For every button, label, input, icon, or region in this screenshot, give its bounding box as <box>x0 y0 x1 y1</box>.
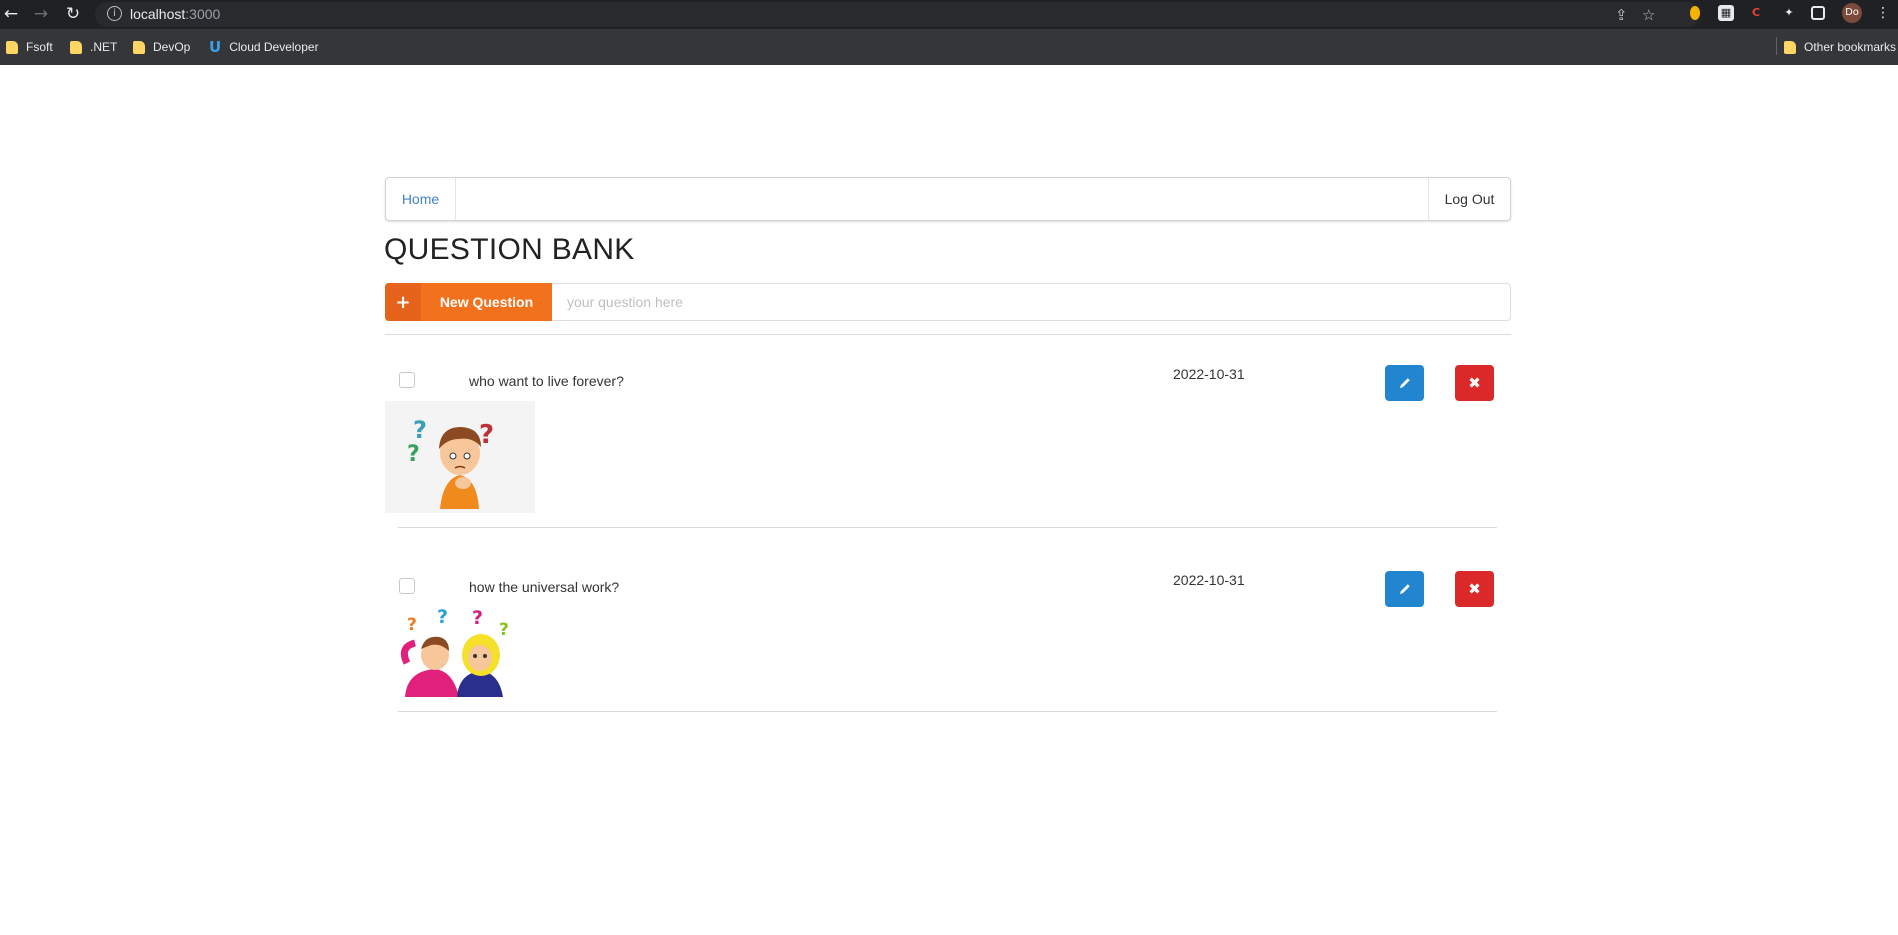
question-checkbox[interactable] <box>399 578 415 594</box>
bookmark-devop[interactable]: DevOp <box>133 38 190 56</box>
new-question-button[interactable]: + New Question <box>385 283 552 321</box>
udacity-icon: U <box>209 38 222 56</box>
address-bar[interactable]: i localhost:3000 ⇪ ☆ <box>95 2 1700 27</box>
side-panel-icon[interactable] <box>1811 6 1825 20</box>
edit-button[interactable] <box>1385 571 1424 607</box>
url-text: localhost:3000 <box>130 6 221 22</box>
svg-text:?: ? <box>472 607 483 629</box>
extension-c-icon[interactable]: C <box>1748 5 1764 21</box>
page-title: QUESTION BANK <box>384 233 635 266</box>
question-input[interactable] <box>552 283 1511 321</box>
extension-egg-icon[interactable] <box>1690 6 1700 20</box>
question-checkbox[interactable] <box>399 372 415 388</box>
close-icon: ✖ <box>1468 374 1481 392</box>
folder-icon <box>133 40 145 54</box>
profile-avatar[interactable]: Do <box>1842 3 1862 23</box>
question-date: 2022-10-31 <box>1173 572 1245 588</box>
item-separator <box>398 711 1497 712</box>
delete-button[interactable]: ✖ <box>1455 365 1494 401</box>
svg-text:?: ? <box>479 420 494 450</box>
bookmarks-separator <box>1776 37 1777 55</box>
pencil-icon <box>1399 584 1410 594</box>
thinking-boy-illustration: ? ? ? <box>385 401 535 513</box>
folder-icon <box>6 40 18 54</box>
delete-button[interactable]: ✖ <box>1455 571 1494 607</box>
folder-icon <box>70 40 82 54</box>
edit-button[interactable] <box>1385 365 1424 401</box>
back-icon[interactable]: ← <box>0 3 22 25</box>
site-info-icon[interactable]: i <box>107 6 122 21</box>
plus-icon: + <box>385 283 421 321</box>
bookmark-star-icon[interactable]: ☆ <box>1642 6 1655 24</box>
qr-code-icon[interactable]: ▦ <box>1718 5 1734 21</box>
bookmark-dotnet[interactable]: .NET <box>70 38 117 56</box>
item-separator <box>398 527 1497 528</box>
svg-text:?: ? <box>407 615 417 635</box>
svg-text:?: ? <box>413 416 427 444</box>
nav-home-link[interactable]: Home <box>386 178 456 220</box>
more-menu-icon[interactable]: ⋮ <box>1875 5 1891 21</box>
new-question-form: + New Question <box>385 283 1511 321</box>
question-text: how the universal work? <box>469 579 620 595</box>
close-icon: ✖ <box>1468 580 1481 598</box>
question-text: who want to live forever? <box>469 373 624 389</box>
new-question-label: New Question <box>439 294 534 310</box>
share-icon[interactable]: ⇪ <box>1615 6 1628 24</box>
top-menu: Home Log Out <box>385 177 1511 221</box>
question-item: how the universal work? 2022-10-31 ✖ ? ?… <box>385 541 1511 712</box>
pencil-icon <box>1399 378 1410 388</box>
bookmark-other[interactable]: Other bookmarks <box>1784 38 1896 56</box>
browser-toolbar: ← → ↻ i localhost:3000 ⇪ ☆ ▦ C ✦ Do ⋮ <box>0 0 1898 29</box>
forward-icon[interactable]: → <box>30 3 52 25</box>
svg-text:?: ? <box>499 620 509 640</box>
question-date: 2022-10-31 <box>1173 366 1245 382</box>
nav-logout-link[interactable]: Log Out <box>1428 178 1510 220</box>
extensions-puzzle-icon[interactable]: ✦ <box>1781 5 1797 21</box>
question-item: who want to live forever? 2022-10-31 ✖ ?… <box>385 335 1511 528</box>
reload-icon[interactable]: ↻ <box>62 3 84 25</box>
svg-text:?: ? <box>407 442 420 467</box>
svg-text:?: ? <box>437 606 448 628</box>
folder-icon <box>1784 40 1796 54</box>
bookmark-cloud-developer[interactable]: U Cloud Developer <box>209 38 319 56</box>
bookmark-fsoft[interactable]: Fsoft <box>6 38 53 56</box>
confused-couple-illustration: ? ? ? ? <box>385 603 535 699</box>
